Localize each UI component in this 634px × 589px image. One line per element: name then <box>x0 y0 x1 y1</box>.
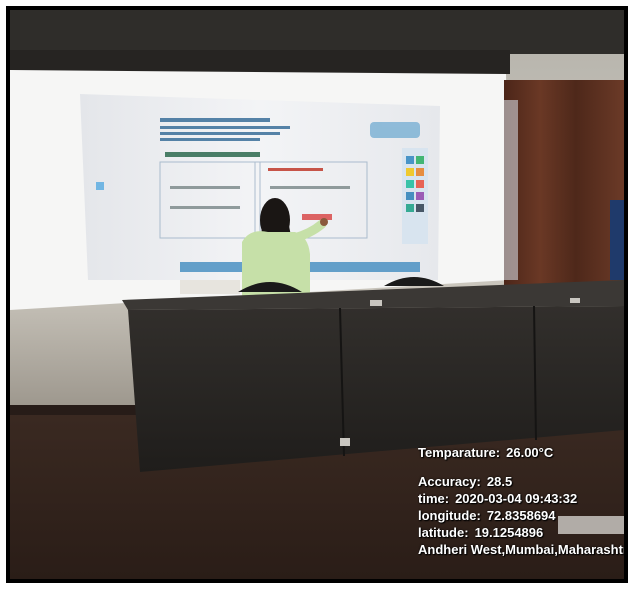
desk-box <box>180 280 240 294</box>
accuracy-value: 28.5 <box>486 474 513 489</box>
latitude-label: latitude: <box>418 525 469 540</box>
temperature-value: 26.00°C <box>506 445 554 460</box>
accuracy-label: Accuracy: <box>418 474 481 489</box>
curtain <box>504 80 624 290</box>
accuracy-row: Accuracy: 28.5 <box>418 473 624 490</box>
time-row: time: 2020-03-04 09:43:32 <box>418 490 624 507</box>
longitude-label: longitude: <box>418 508 481 523</box>
longitude-value: 72.8358694 <box>486 508 556 523</box>
time-label: time: <box>418 491 450 506</box>
photo-frame: Temparature: 26.00°C Accuracy: 28.5 time: 2… <box>6 6 628 583</box>
blue-object <box>610 200 624 280</box>
latitude-row: latitude: 19.1254896 <box>418 524 624 541</box>
screen-housing <box>10 50 510 74</box>
address-row: Andheri West,Mumbai,Maharashtr <box>418 541 624 558</box>
longitude-row: longitude: 72.8358694 <box>418 507 624 524</box>
classroom-photo: Temparature: 26.00°C Accuracy: 28.5 time: 2… <box>10 10 624 579</box>
latitude-value: 19.1254896 <box>474 525 544 540</box>
photo-metadata-overlay: Temparature: 26.00°C Accuracy: 28.5 time: 2… <box>418 444 624 558</box>
time-value: 2020-03-04 09:43:32 <box>455 491 578 506</box>
ceiling <box>10 10 624 54</box>
window-light <box>504 100 518 280</box>
temperature-label: Temparature: <box>418 445 501 460</box>
address-text: Andheri West,Mumbai,Maharashtr <box>418 542 624 557</box>
temperature-row: Temparature: 26.00°C <box>418 444 624 461</box>
